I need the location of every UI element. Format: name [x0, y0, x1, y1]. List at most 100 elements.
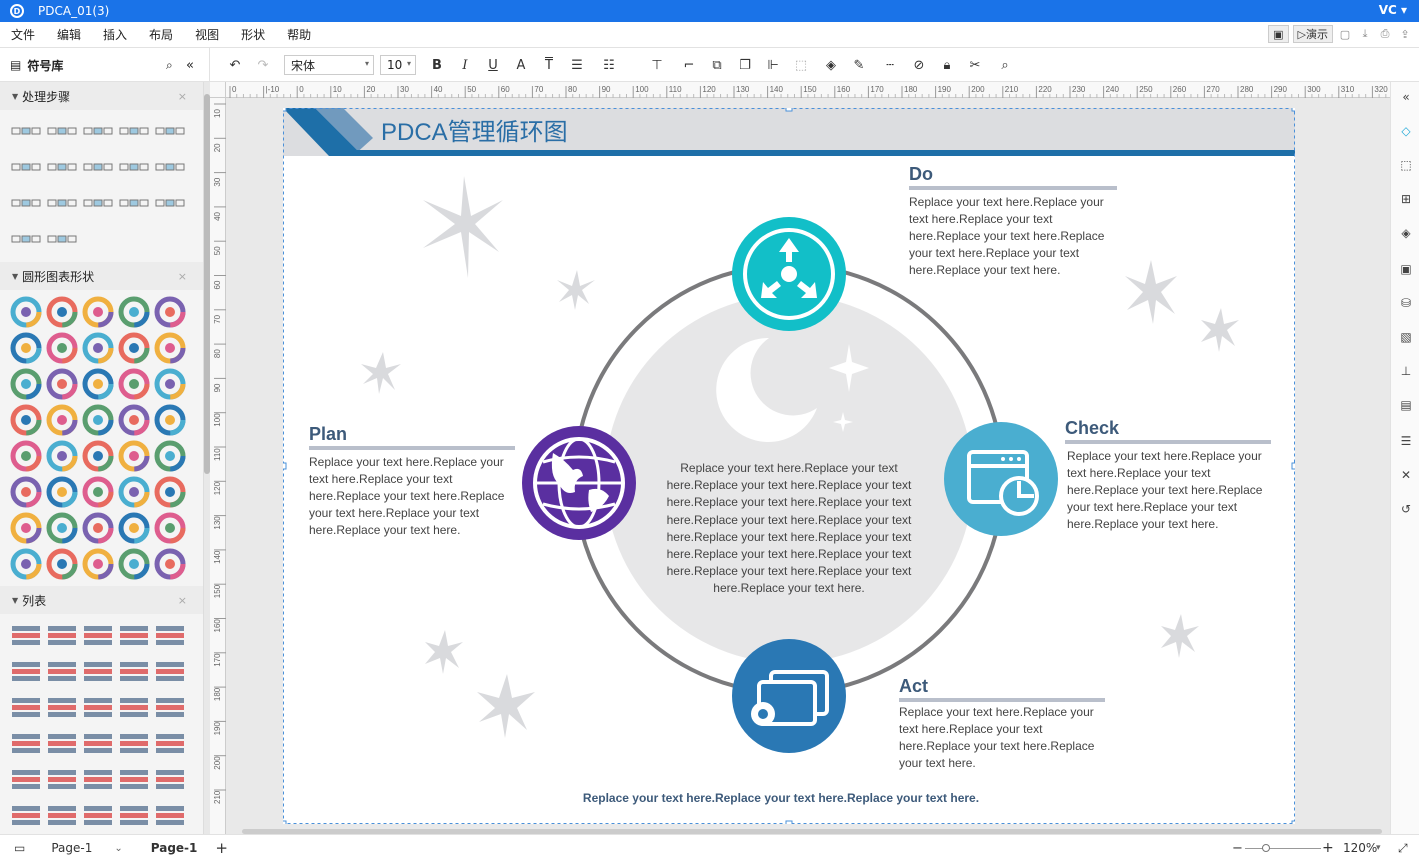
library-shape[interactable]	[152, 654, 188, 690]
library-shape[interactable]	[44, 618, 80, 654]
library-shape[interactable]	[80, 330, 116, 366]
library-shape[interactable]	[116, 762, 152, 798]
collapse-library-icon[interactable]: «	[186, 58, 194, 73]
library-shape[interactable]	[80, 618, 116, 654]
library-shape[interactable]	[44, 402, 80, 438]
library-shape[interactable]	[44, 150, 80, 186]
diagram-page[interactable]: PDCA管理循环图 Replace your text here.Replace…	[283, 108, 1295, 824]
library-shape[interactable]	[152, 474, 188, 510]
library-shape[interactable]	[8, 546, 44, 582]
align-icon[interactable]: ☰	[568, 56, 586, 74]
library-shape[interactable]	[152, 546, 188, 582]
database-icon[interactable]: ⛁	[1397, 294, 1415, 312]
library-shape[interactable]	[116, 798, 152, 834]
library-shape[interactable]	[44, 330, 80, 366]
library-shape[interactable]	[44, 114, 80, 150]
library-shape[interactable]	[8, 690, 44, 726]
user-menu[interactable]: VC ▾	[1379, 3, 1407, 17]
page-dropdown-icon[interactable]: ⌄	[114, 843, 122, 854]
page-selector[interactable]: Page-1	[51, 841, 92, 855]
menu-insert[interactable]: 插入	[103, 26, 127, 43]
library-shape[interactable]	[80, 798, 116, 834]
library-shape[interactable]	[152, 366, 188, 402]
library-shape[interactable]	[8, 618, 44, 654]
library-shape[interactable]	[8, 726, 44, 762]
lock-icon[interactable]: 🔒︎	[938, 56, 956, 74]
org-chart-icon[interactable]: ⊥	[1397, 362, 1415, 380]
library-shape[interactable]	[8, 150, 44, 186]
share-icon[interactable]: ⇪	[1397, 26, 1413, 42]
menu-layout[interactable]: 布局	[149, 26, 173, 43]
section-circle-charts[interactable]: ▼ 圆形图表形状 ×	[0, 262, 203, 290]
zoom-level[interactable]: 120%	[1343, 841, 1377, 855]
shuffle-icon[interactable]: ✕	[1397, 466, 1415, 484]
library-shape[interactable]	[80, 114, 116, 150]
library-shape[interactable]	[44, 186, 80, 222]
library-shape[interactable]	[152, 402, 188, 438]
library-shape[interactable]	[80, 546, 116, 582]
library-shape[interactable]	[80, 438, 116, 474]
library-shape[interactable]	[80, 690, 116, 726]
library-shape[interactable]	[116, 402, 152, 438]
library-shape[interactable]	[8, 366, 44, 402]
underline-icon[interactable]: U	[484, 56, 502, 74]
library-shape[interactable]	[44, 294, 80, 330]
library-shape[interactable]	[44, 474, 80, 510]
history-icon[interactable]: ↺	[1397, 500, 1415, 518]
image-icon[interactable]: ▧	[1397, 328, 1415, 346]
zoom-dropdown-icon[interactable]: ▾	[1376, 843, 1381, 853]
library-shape[interactable]	[8, 222, 44, 258]
library-shape[interactable]	[8, 402, 44, 438]
bring-front-icon[interactable]: ⧉	[708, 56, 726, 74]
library-shape[interactable]	[8, 762, 44, 798]
library-shape[interactable]	[44, 726, 80, 762]
menu-file[interactable]: 文件	[11, 26, 35, 43]
library-shape[interactable]	[44, 510, 80, 546]
library-shape[interactable]	[80, 402, 116, 438]
library-shape[interactable]	[44, 546, 80, 582]
close-section-icon[interactable]: ×	[178, 594, 187, 607]
fullscreen-icon[interactable]: ⤢	[1398, 841, 1408, 856]
save-icon[interactable]: ▢	[1337, 26, 1353, 42]
library-shape[interactable]	[152, 330, 188, 366]
library-shape[interactable]	[44, 762, 80, 798]
search-icon[interactable]: ⌕	[166, 58, 173, 73]
data-icon[interactable]: ▤	[1397, 396, 1415, 414]
menu-edit[interactable]: 编辑	[57, 26, 81, 43]
menu-view[interactable]: 视图	[195, 26, 219, 43]
grid-icon[interactable]: ⊞	[1397, 190, 1415, 208]
library-shape[interactable]	[8, 438, 44, 474]
layers-icon[interactable]: ◈	[1397, 224, 1415, 242]
library-shape[interactable]	[116, 474, 152, 510]
fill-icon[interactable]: ◈	[820, 56, 842, 74]
text-style-icon[interactable]: T	[540, 56, 558, 74]
library-shape[interactable]	[116, 654, 152, 690]
library-shape[interactable]	[116, 294, 152, 330]
library-shape[interactable]	[8, 474, 44, 510]
library-shape[interactable]	[152, 510, 188, 546]
library-shape[interactable]	[44, 798, 80, 834]
format-icon[interactable]: ⊘	[910, 56, 928, 74]
library-shape[interactable]	[152, 762, 188, 798]
library-shape[interactable]	[8, 114, 44, 150]
library-shape[interactable]	[80, 150, 116, 186]
close-section-icon[interactable]: ×	[178, 270, 187, 283]
active-page-tab[interactable]: Page-1	[151, 841, 198, 855]
library-shape[interactable]	[116, 726, 152, 762]
present-button[interactable]: ▷ 演示	[1292, 25, 1333, 43]
fill-style-icon[interactable]: ◇	[1397, 122, 1415, 140]
close-section-icon[interactable]: ×	[178, 90, 187, 103]
library-shape[interactable]	[152, 726, 188, 762]
add-page-button[interactable]: +	[215, 839, 228, 857]
redo-icon[interactable]: ↷	[254, 56, 272, 74]
send-back-icon[interactable]: ❐	[736, 56, 754, 74]
library-shape[interactable]	[80, 474, 116, 510]
tools-icon[interactable]: ✂	[966, 56, 984, 74]
library-shape[interactable]	[116, 150, 152, 186]
font-color-icon[interactable]: A	[512, 56, 530, 74]
line-color-icon[interactable]: ✎	[850, 56, 868, 74]
check-node[interactable]	[944, 422, 1058, 536]
library-shape[interactable]	[152, 690, 188, 726]
library-shape[interactable]	[44, 690, 80, 726]
zoom-in-icon[interactable]: +	[1322, 840, 1334, 856]
